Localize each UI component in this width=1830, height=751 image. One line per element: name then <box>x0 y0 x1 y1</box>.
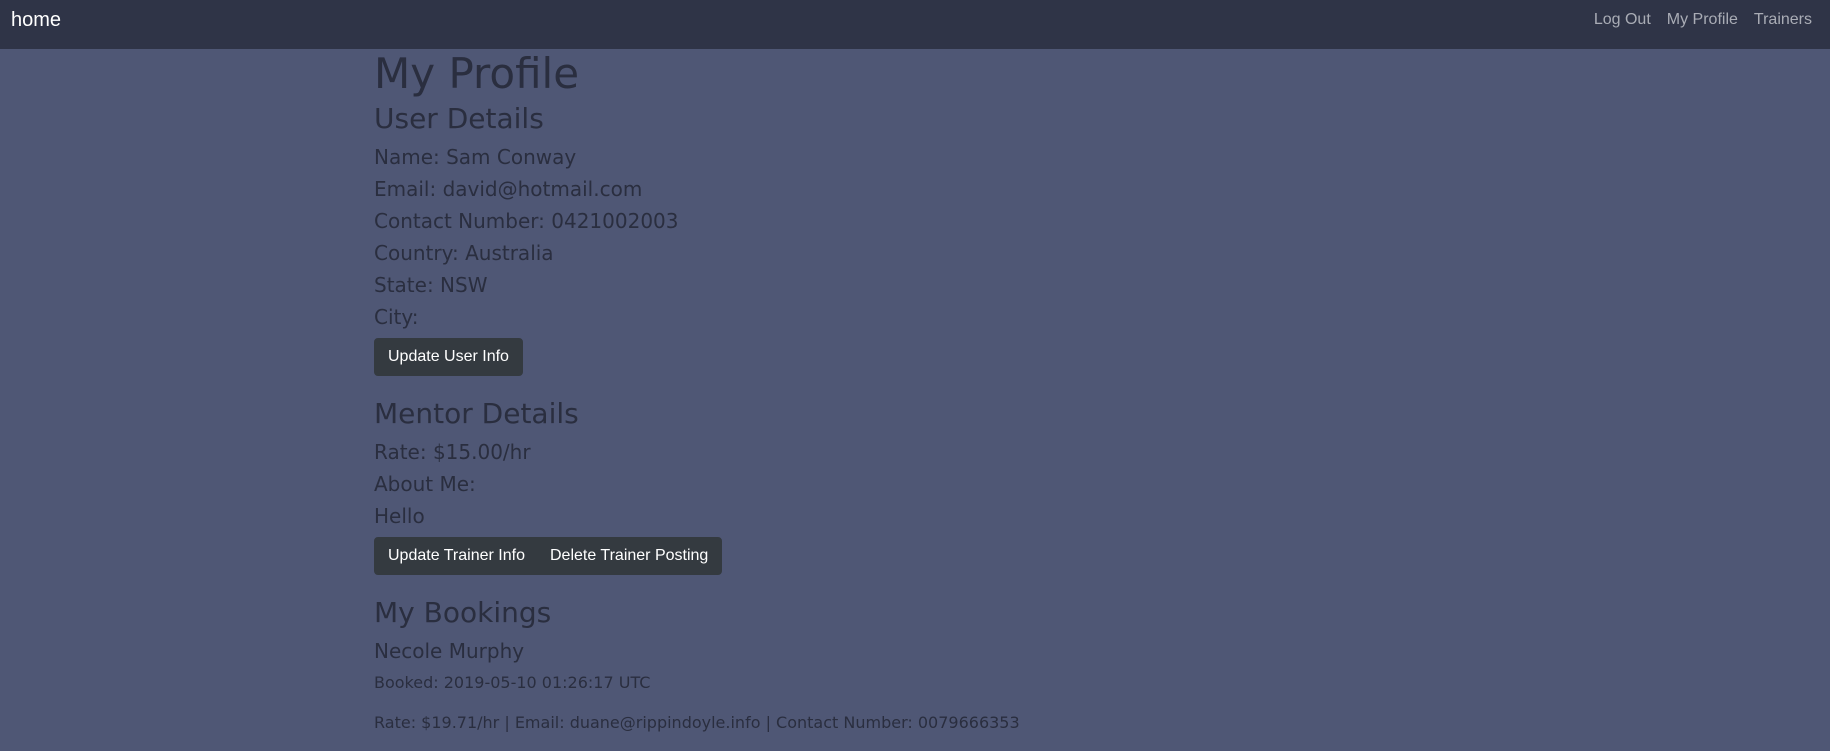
user-details-heading: User Details <box>374 102 544 135</box>
booking-info: Rate: $19.71/hr | Email: duane@rippindoy… <box>374 713 1020 732</box>
update-trainer-info-button[interactable]: Update Trainer Info <box>374 537 539 575</box>
navbar: home Log Out My Profile Trainers <box>0 0 1830 49</box>
nav-link-my-profile[interactable]: My Profile <box>1667 11 1738 29</box>
my-bookings-heading: My Bookings <box>374 596 552 629</box>
user-country: Country: Australia <box>374 241 554 265</box>
home-link[interactable]: home <box>11 9 61 32</box>
about-me-label: About Me: <box>374 472 476 496</box>
nav-link-trainers[interactable]: Trainers <box>1754 11 1812 29</box>
update-user-info-button[interactable]: Update User Info <box>374 338 523 376</box>
about-me-text: Hello <box>374 504 425 528</box>
user-name: Name: Sam Conway <box>374 145 577 169</box>
mentor-details-heading: Mentor Details <box>374 397 579 430</box>
booking-date: Booked: 2019-05-10 01:26:17 UTC <box>374 673 651 692</box>
booking-trainer-name: Necole Murphy <box>374 639 525 663</box>
page-title: My Profile <box>374 49 580 98</box>
user-contact-number: Contact Number: 0421002003 <box>374 209 679 233</box>
user-state: State: NSW <box>374 273 488 297</box>
nav-links: Log Out My Profile Trainers <box>1594 11 1812 29</box>
nav-link-log-out[interactable]: Log Out <box>1594 11 1651 29</box>
user-city: City: <box>374 305 419 329</box>
mentor-rate: Rate: $15.00/hr <box>374 440 531 464</box>
delete-trainer-posting-button[interactable]: Delete Trainer Posting <box>536 537 723 575</box>
user-email: Email: david@hotmail.com <box>374 177 643 201</box>
